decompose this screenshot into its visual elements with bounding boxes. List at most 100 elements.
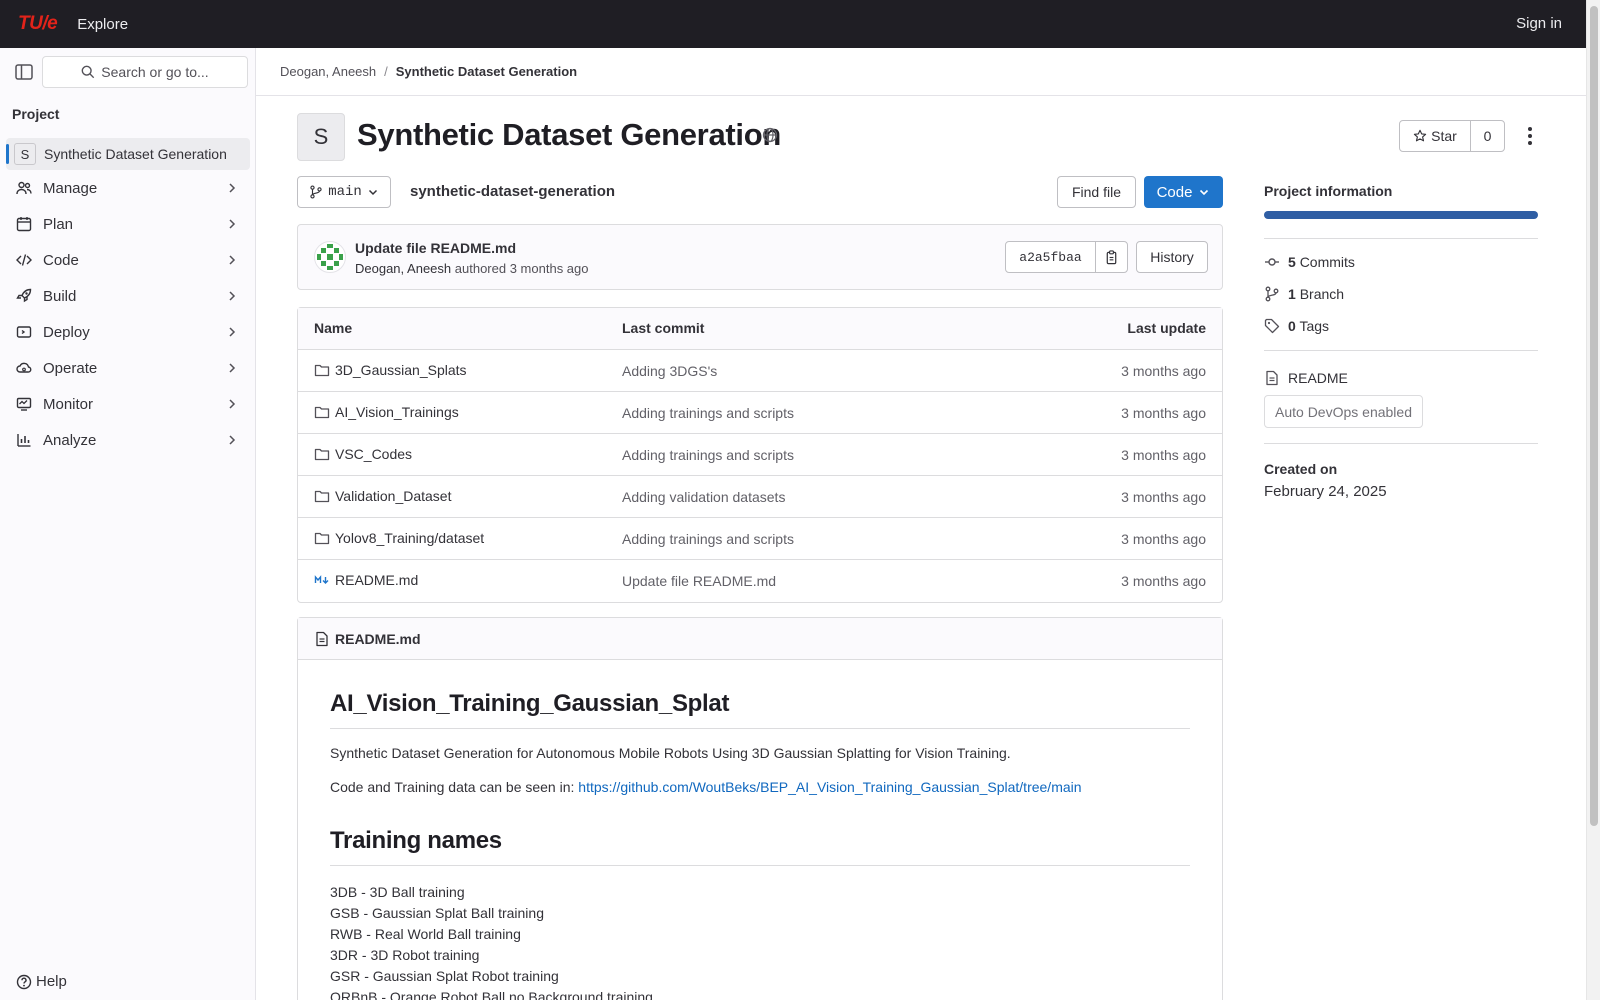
star-count[interactable]: 0 [1471, 121, 1504, 151]
sidebar-item-label: Monitor [43, 395, 94, 413]
scrollbar-thumb[interactable] [1590, 6, 1598, 826]
star-button[interactable]: Star [1400, 121, 1471, 151]
sidebar-item-label: Deploy [43, 323, 90, 341]
column-header-last-commit: Last commit [622, 320, 705, 336]
list-item: 3DR - 3D Robot training [330, 947, 480, 963]
folder-icon [314, 532, 330, 545]
readme-subheading: Training names [330, 827, 1190, 866]
auto-devops-badge[interactable]: Auto DevOps enabled [1264, 395, 1423, 428]
sidebar-item-operate[interactable]: Operate [6, 352, 250, 384]
copy-sha-button[interactable] [1096, 242, 1127, 272]
code-dropdown-button[interactable]: Code [1144, 176, 1223, 208]
chevron-right-icon [229, 183, 236, 193]
file-name[interactable]: VSC_Codes [314, 446, 412, 462]
row-commit-message[interactable]: Adding validation datasets [622, 489, 785, 505]
row-last-update: 3 months ago [1121, 489, 1206, 505]
more-actions-icon[interactable] [1522, 126, 1538, 146]
commits-link[interactable]: 5 Commits [1264, 254, 1355, 270]
sidebar-item-code[interactable]: Code [6, 244, 250, 276]
commit-author[interactable]: Deogan, Aneesh [355, 261, 451, 276]
table-row[interactable]: VSC_Codes Adding trainings and scripts 3… [298, 434, 1222, 476]
table-row[interactable]: README.md Update file README.md 3 months… [298, 560, 1222, 602]
row-commit-message[interactable]: Adding trainings and scripts [622, 447, 794, 463]
sidebar-item-label: Plan [43, 215, 74, 233]
help-button[interactable]: Help [16, 973, 67, 990]
sidebar-item-manage[interactable]: Manage [6, 172, 250, 204]
branch-selector[interactable]: main [297, 176, 391, 208]
table-row[interactable]: AI_Vision_Trainings Adding trainings and… [298, 392, 1222, 434]
last-commit-panel: Update file README.md Deogan, Aneesh aut… [297, 224, 1223, 290]
folder-icon [314, 490, 330, 503]
sidebar-toggle-icon[interactable] [14, 62, 34, 82]
sidebar: Search or go to... Project S Synthetic D… [0, 48, 256, 1000]
sidebar-item-monitor[interactable]: Monitor [6, 388, 250, 420]
chevron-right-icon [229, 327, 236, 337]
commit-title[interactable]: Update file README.md [355, 240, 516, 256]
commit-sha[interactable]: a2a5fbaa [1006, 242, 1096, 272]
table-row[interactable]: Yolov8_Training/dataset Adding trainings… [298, 518, 1222, 560]
commit-time: 3 months ago [509, 261, 589, 276]
file-name[interactable]: AI_Vision_Trainings [314, 404, 459, 420]
file-name[interactable]: README.md [314, 572, 418, 588]
search-input[interactable]: Search or go to... [42, 56, 248, 88]
star-button-group: Star 0 [1399, 120, 1505, 152]
readme-paragraph: Code and Training data can be seen in: h… [330, 779, 1190, 795]
breadcrumb-owner[interactable]: Deogan, Aneesh [280, 64, 376, 79]
file-name[interactable]: 3D_Gaussian_Splats [314, 362, 467, 378]
readme-content: AI_Vision_Training_Gaussian_Splat Synthe… [298, 690, 1222, 1000]
row-last-update: 3 months ago [1121, 573, 1206, 589]
sidebar-item-build[interactable]: Build [6, 280, 250, 312]
github-link[interactable]: https://github.com/WoutBeks/BEP_AI_Visio… [578, 779, 1081, 795]
history-button[interactable]: History [1136, 241, 1208, 273]
chevron-right-icon [229, 219, 236, 229]
top-bar: TU/e Explore Sign in [0, 0, 1600, 48]
file-table: Name Last commit Last update 3D_Gaussian… [297, 307, 1223, 603]
row-commit-message[interactable]: Adding trainings and scripts [622, 531, 794, 547]
commit-action: authored [454, 261, 507, 276]
page-scrollbar[interactable] [1586, 0, 1600, 1000]
sidebar-item-project[interactable]: S Synthetic Dataset Generation [6, 138, 250, 170]
author-avatar[interactable] [314, 241, 346, 273]
monitor-icon [16, 397, 32, 411]
chevron-right-icon [229, 363, 236, 373]
sidebar-item-plan[interactable]: Plan [6, 208, 250, 240]
explore-link[interactable]: Explore [77, 16, 128, 33]
commit-sha-group: a2a5fbaa [1005, 241, 1128, 273]
table-row[interactable]: Validation_Dataset Adding validation dat… [298, 476, 1222, 518]
branches-link[interactable]: 1 Branch [1264, 286, 1344, 302]
table-row[interactable]: 3D_Gaussian_Splats Adding 3DGS's 3 month… [298, 350, 1222, 392]
file-name[interactable]: Validation_Dataset [314, 488, 451, 504]
row-last-update: 3 months ago [1121, 447, 1206, 463]
tags-count: 0 [1288, 318, 1296, 334]
sign-in-link[interactable]: Sign in [1516, 15, 1562, 32]
sidebar-project-name: Synthetic Dataset Generation [44, 146, 227, 162]
breadcrumb-project[interactable]: Synthetic Dataset Generation [396, 64, 577, 79]
row-commit-message[interactable]: Update file README.md [622, 573, 776, 589]
calendar-icon [16, 217, 32, 232]
repo-path[interactable]: synthetic-dataset-generation [410, 183, 615, 200]
file-name-label: AI_Vision_Trainings [335, 404, 459, 420]
search-placeholder: Search or go to... [101, 64, 209, 80]
branches-label: Branch [1299, 286, 1345, 302]
tue-logo[interactable]: TU/e [18, 13, 58, 35]
file-icon [316, 631, 328, 646]
breadcrumb: Deogan, Aneesh / Synthetic Dataset Gener… [256, 48, 1586, 96]
sidebar-item-deploy[interactable]: Deploy [6, 316, 250, 348]
sidebar-item-analyze[interactable]: Analyze [6, 424, 250, 456]
find-file-button[interactable]: Find file [1057, 176, 1136, 208]
readme-link[interactable]: README [1264, 370, 1348, 386]
file-name-label: 3D_Gaussian_Splats [335, 362, 467, 378]
row-commit-message[interactable]: Adding trainings and scripts [622, 405, 794, 421]
tags-link[interactable]: 0 Tags [1264, 318, 1329, 334]
project-avatar-large: S [297, 113, 345, 161]
commits-label: Commits [1299, 254, 1355, 270]
row-commit-message[interactable]: Adding 3DGS's [622, 363, 717, 379]
training-names-list: 3DB - 3D Ball training GSB - Gaussian Sp… [330, 882, 1190, 1000]
readme-filename[interactable]: README.md [335, 631, 421, 647]
folder-icon [314, 364, 330, 377]
file-name[interactable]: Yolov8_Training/dataset [314, 530, 484, 546]
code-button-label: Code [1156, 183, 1193, 201]
chevron-right-icon [229, 435, 236, 445]
folder-icon [314, 448, 330, 461]
list-item: RWB - Real World Ball training [330, 926, 521, 942]
